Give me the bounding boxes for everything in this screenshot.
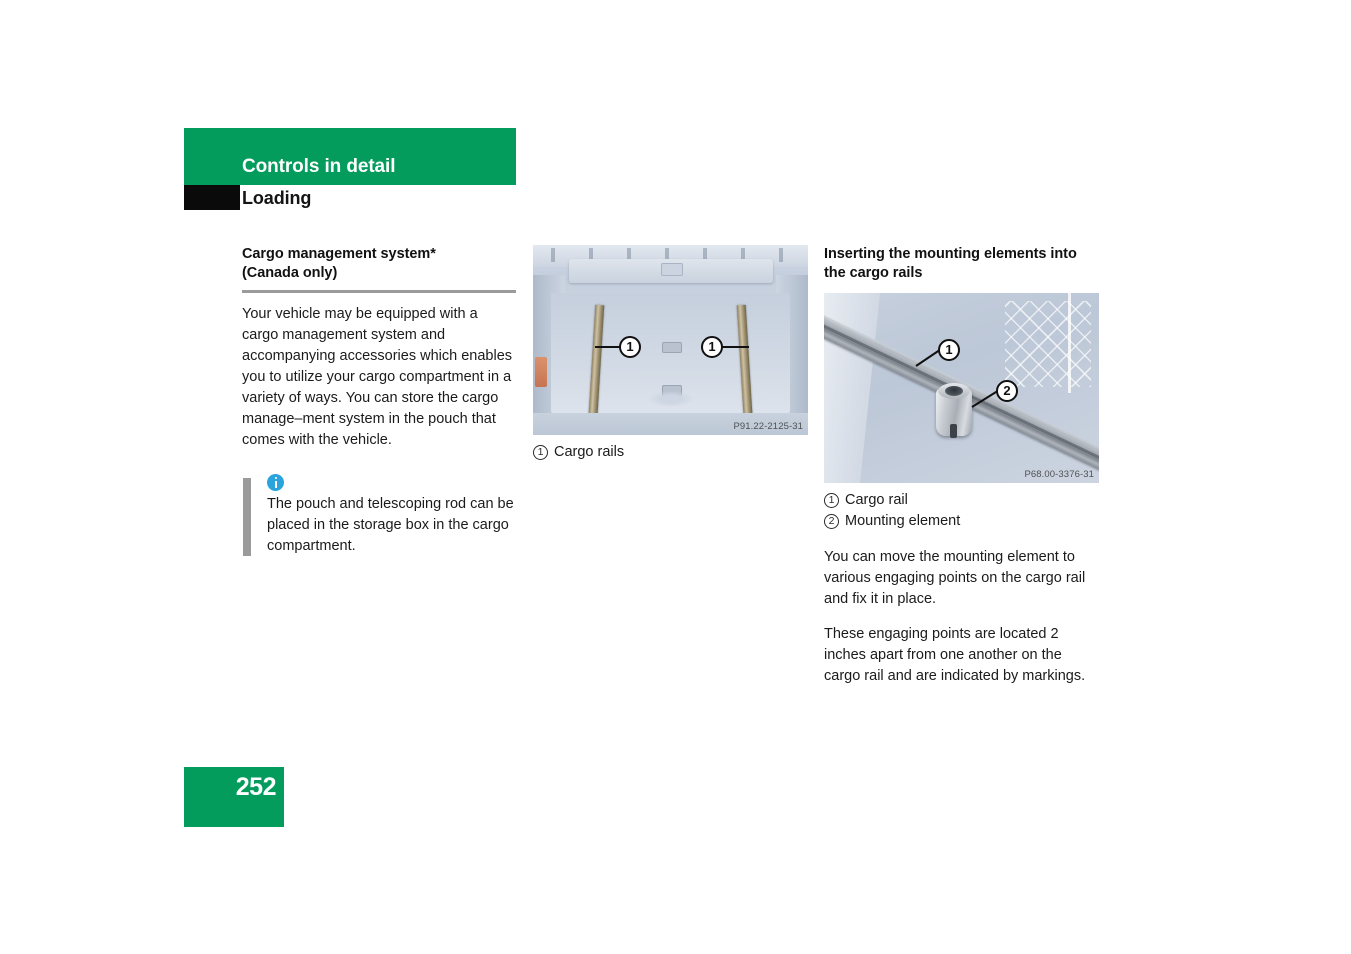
left-heading-line-1: Cargo management system* [242,246,436,262]
figure-cargo-compartment: 1 1 P91.22-2125-31 [533,245,808,435]
right-heading-line-2: the cargo rails [824,265,923,282]
figure-image-code: P68.00-3376-31 [1024,468,1094,480]
section-title: Loading [242,188,312,208]
cargo-net [1005,300,1091,387]
legend-label: Cargo rail [845,491,908,508]
figure-mounting-element: 1 2 P68.00-3376-31 [824,292,1099,483]
emblem [649,391,693,407]
info-note: The pouch and telescoping rod can be pla… [242,473,517,557]
manual-page: Controls in detail Loading Cargo managem… [0,0,1351,954]
chapter-header-bar: Controls in detail [184,128,516,185]
note-accent-bar [243,477,251,556]
info-icon [267,473,284,491]
callout-1-left: 1 [619,336,641,358]
page-number: 252 [235,773,277,801]
callout-1: 1 [938,338,960,361]
info-note-text: The pouch and telescoping rod can be pla… [267,495,514,554]
floor-latch-upper [662,342,682,353]
right-heading-line-1: Inserting the mounting elements into [824,246,1077,262]
right-body-paragraph-1: You can move the mounting element to var… [824,548,1086,607]
taillight [535,357,547,387]
left-body-paragraph: Your vehicle may be equipped with a carg… [242,305,513,449]
legend-item: 2 Mounting element [824,511,1099,532]
right-figure-legend: 1 Cargo rail 2 Mounting element [824,490,1099,533]
legend-number: 1 [824,492,839,508]
legend-label: Mounting element [845,513,961,530]
callout-1-right: 1 [701,336,723,358]
middle-column: 1 1 P91.22-2125-31 1 Cargo rails [533,245,808,463]
right-column: Inserting the mounting elements into the… [824,245,1099,687]
legend-item: 1 Cargo rail [824,490,1099,511]
heading-divider [242,289,516,293]
figure-image-code: P91.22-2125-31 [733,421,803,432]
rail-mounting-illustration [824,292,1099,483]
hatch-handle [661,263,683,276]
legend-label: Cargo rails [554,444,625,460]
left-column: Cargo management system* (Canada only) Y… [242,245,517,557]
middle-figure-legend: 1 Cargo rails [533,442,808,463]
chapter-title: Controls in detail [242,156,396,177]
page-number-box: 252 [184,767,284,827]
mounting-element-slot [950,423,957,438]
callout-leader-right [719,346,749,348]
left-section-heading: Cargo management system* (Canada only) [242,245,517,284]
mounting-element-hole [945,385,963,396]
right-body-paragraph-2: These engaging points are located 2 inch… [824,626,1086,685]
section-tab-marker [184,185,240,210]
legend-number: 2 [824,514,839,530]
left-heading-line-2: (Canada only) [242,265,338,282]
legend-number: 1 [533,445,548,460]
cargo-compartment-illustration [533,245,808,435]
callout-2: 2 [996,379,1018,402]
legend-item: 1 Cargo rails [533,442,808,463]
right-section-heading: Inserting the mounting elements into the… [824,245,1099,284]
